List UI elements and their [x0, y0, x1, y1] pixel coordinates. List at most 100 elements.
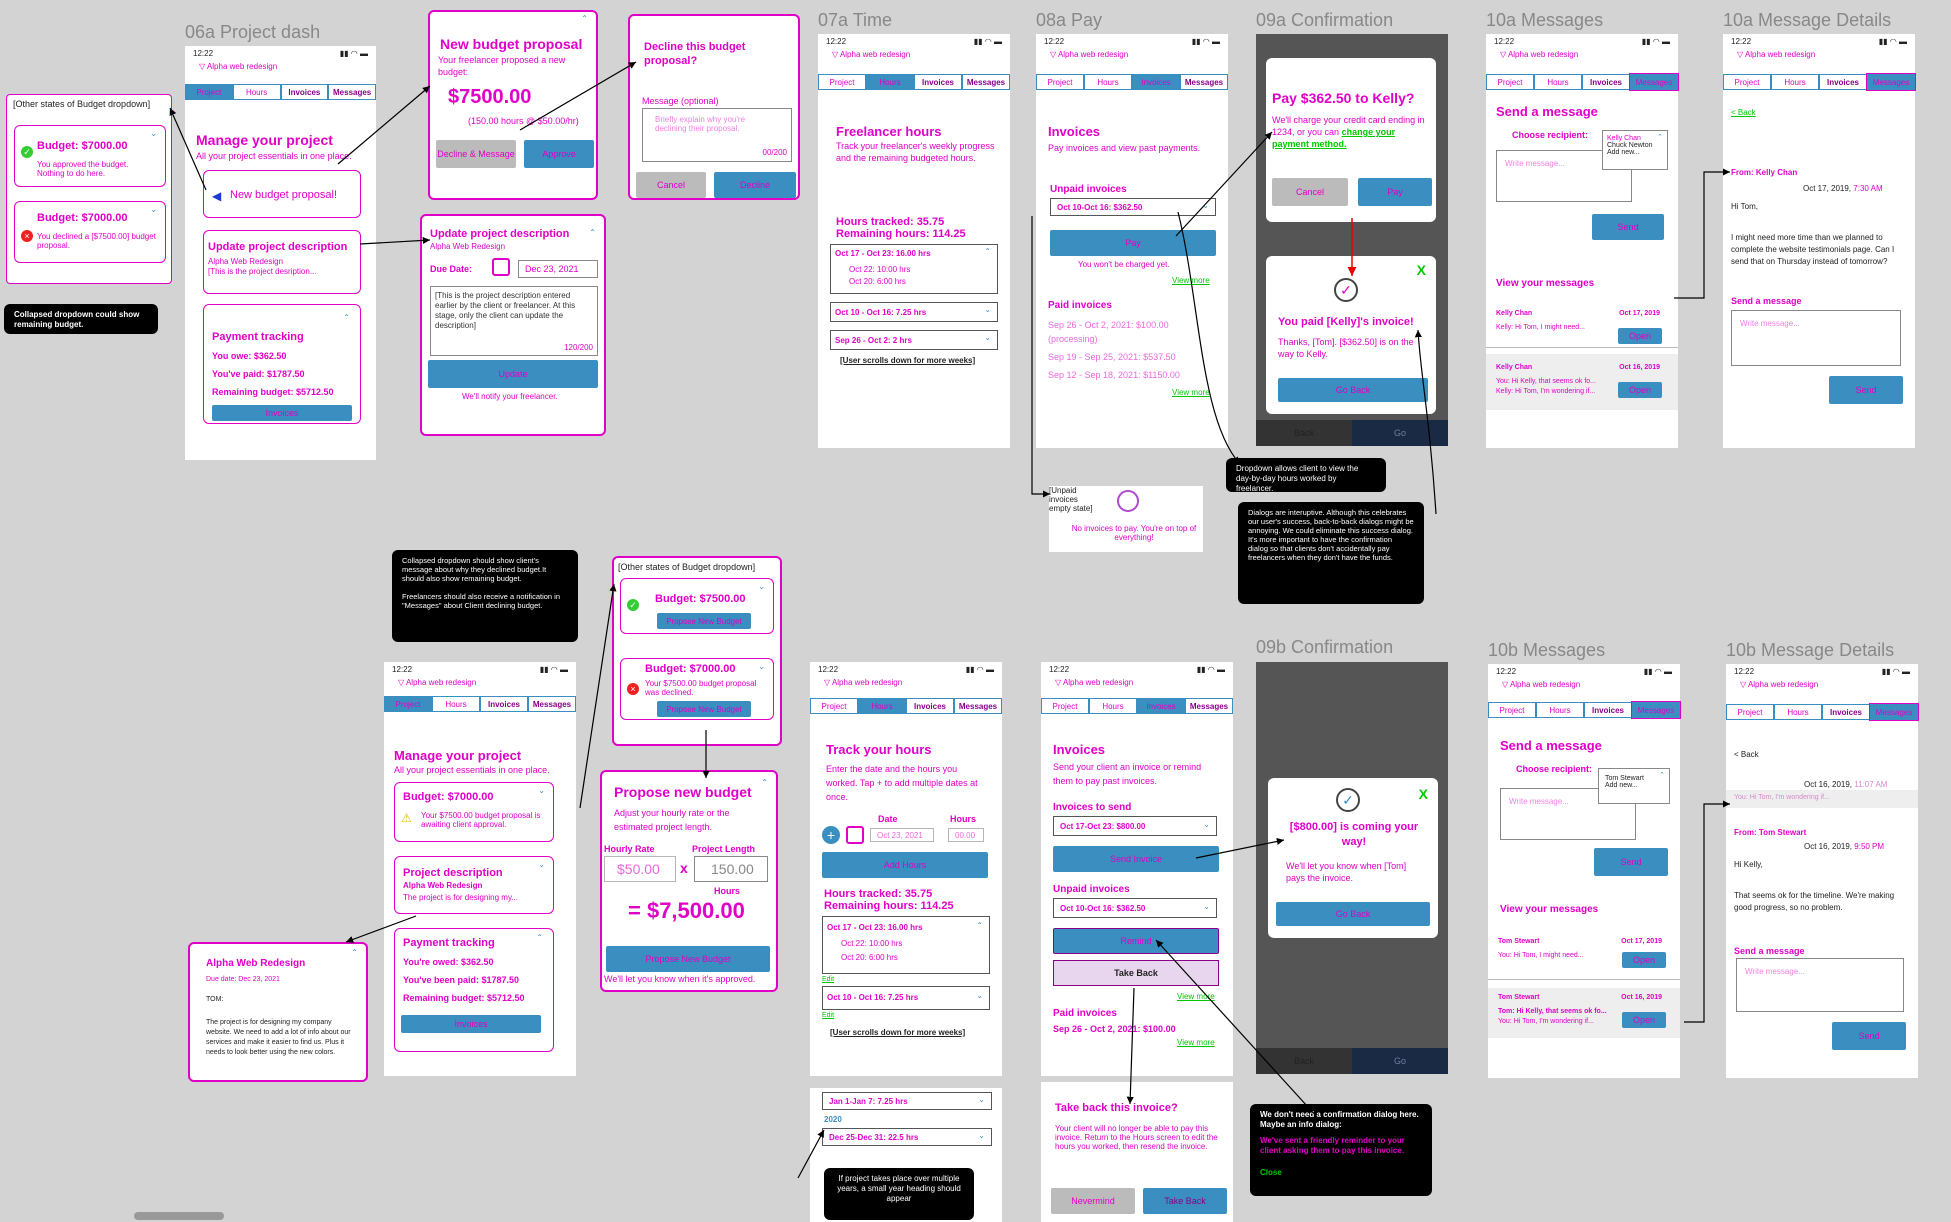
tab-project[interactable]: Project: [1488, 702, 1536, 718]
paid-item-2[interactable]: Sep 19 - Sep 25, 2021: $537.50: [1048, 352, 1176, 362]
go-button[interactable]: Go: [1352, 1048, 1448, 1074]
decline-message-input[interactable]: Briefly explain why you're declining the…: [642, 108, 792, 162]
send-button[interactable]: Send: [1594, 848, 1668, 876]
view-more-link[interactable]: View more: [1172, 276, 1210, 285]
go-back-button[interactable]: Go Back: [1278, 378, 1428, 402]
tab-hours[interactable]: Hours: [1534, 74, 1582, 90]
fl-desc-card[interactable]: Project description Alpha Web Redesign T…: [394, 856, 554, 914]
add-date-icon[interactable]: +: [822, 826, 840, 844]
chevron-up-icon[interactable]: ⌃: [343, 313, 350, 322]
project-name[interactable]: ▽ Alpha web redesign: [1740, 680, 1818, 689]
tab-hours[interactable]: Hours: [866, 74, 914, 90]
tab-messages[interactable]: Messages: [954, 698, 1002, 714]
week-dropdown[interactable]: Sep 26 - Oct 2: 2 hrs ⌄: [830, 330, 998, 350]
recipient-option[interactable]: Add new...: [1607, 149, 1663, 156]
close-icon[interactable]: X: [1417, 262, 1426, 278]
tab-messages[interactable]: Messages: [1866, 73, 1916, 91]
back-button[interactable]: Back: [1256, 1048, 1352, 1074]
chevron-up-icon[interactable]: ⌃: [589, 228, 596, 237]
fl-budget-approved-card[interactable]: ✓ Budget: $7500.00 Propose New Budget ⌄: [620, 578, 774, 634]
project-name[interactable]: ▽ Alpha web redesign: [1502, 680, 1580, 689]
tab-messages[interactable]: Messages: [1631, 701, 1681, 719]
tab-invoices[interactable]: Invoices: [1584, 702, 1632, 718]
project-name[interactable]: ▽ Alpha web redesign: [199, 62, 277, 71]
horizontal-scrollbar[interactable]: [134, 1212, 224, 1220]
tab-project[interactable]: Project: [1723, 74, 1771, 90]
update-desc-card[interactable]: Update project description Alpha Web Red…: [203, 230, 361, 294]
cancel-button[interactable]: Cancel: [1272, 178, 1348, 206]
tab-invoices[interactable]: Invoices: [906, 698, 954, 714]
nevermind-button[interactable]: Nevermind: [1051, 1188, 1135, 1214]
cancel-button[interactable]: Cancel: [636, 172, 706, 198]
week-dropdown[interactable]: Jan 1-Jan 7: 7.25 hrs ⌄: [822, 1092, 992, 1110]
pay-button[interactable]: Pay: [1050, 230, 1216, 256]
open-button[interactable]: Open: [1622, 1012, 1666, 1028]
desc-textarea[interactable]: [This is the project description entered…: [430, 286, 598, 356]
tab-invoices[interactable]: Invoices: [1819, 74, 1867, 90]
calendar-icon[interactable]: [846, 826, 864, 844]
tab-hours[interactable]: Hours: [1084, 74, 1132, 90]
close-icon[interactable]: X: [1419, 786, 1428, 802]
message-row[interactable]: Kelly Chan Oct 17, 2019 Kelly: Hi Tom, I…: [1486, 296, 1678, 348]
recipient-dropdown[interactable]: Tom Stewart Add new... ⌃: [1598, 768, 1670, 804]
send-invoice-button[interactable]: Send Invoice: [1053, 846, 1219, 872]
tab-hours[interactable]: Hours: [1089, 698, 1137, 714]
send-button[interactable]: Send: [1829, 376, 1903, 404]
tab-invoices[interactable]: Invoices: [1132, 74, 1180, 90]
new-budget-card[interactable]: ◀ New budget proposal!: [203, 170, 361, 218]
tab-messages[interactable]: Messages: [1629, 73, 1679, 91]
date-input[interactable]: Oct 23, 2021: [870, 828, 934, 842]
invoices-button[interactable]: Invoices: [212, 405, 352, 421]
propose-new-budget-button[interactable]: Propose New Budget: [657, 613, 751, 629]
project-name[interactable]: ▽ Alpha web redesign: [832, 50, 910, 59]
go-button[interactable]: Go: [1352, 420, 1448, 446]
paid-item-1[interactable]: Sep 26 - Oct 2, 2021: $100.00: [1048, 320, 1169, 330]
recipient-dropdown[interactable]: Kelly Chan Chuck Newton Add new... ⌃: [1602, 130, 1668, 170]
propose-new-budget-button[interactable]: Propose New Budget: [657, 701, 751, 717]
hours-input[interactable]: 00.00: [948, 828, 984, 842]
due-date-input[interactable]: Dec 23, 2021: [518, 260, 598, 278]
tab-hours[interactable]: Hours: [1536, 702, 1584, 718]
paid-item-3[interactable]: Sep 12 - Sep 18, 2021: $1150.00: [1048, 370, 1180, 380]
tab-messages[interactable]: Messages: [528, 696, 576, 712]
tab-messages[interactable]: Messages: [1869, 703, 1919, 721]
add-hours-button[interactable]: Add Hours: [822, 852, 988, 878]
project-name[interactable]: ▽ Alpha web redesign: [1737, 50, 1815, 59]
calendar-icon[interactable]: [492, 258, 510, 276]
tab-hours[interactable]: Hours: [432, 696, 480, 712]
view-more-link[interactable]: View more: [1177, 1038, 1215, 1047]
open-button[interactable]: Open: [1618, 328, 1662, 344]
tab-project[interactable]: Project: [1041, 698, 1089, 714]
week-dropdown-expanded[interactable]: Oct 17 - Oct 23: 16.00 hrs Oct 22: 10:00…: [830, 244, 998, 294]
tab-project[interactable]: Project: [1486, 74, 1534, 90]
message-row[interactable]: Tom Stewart Oct 16, 2019 Tom: Hi Kelly, …: [1488, 988, 1680, 1038]
remind-button[interactable]: Remind: [1053, 928, 1219, 954]
week-dropdown[interactable]: Oct 10 - Oct 16: 7.25 hrs ⌄: [830, 302, 998, 322]
back-link[interactable]: < Back: [1734, 750, 1759, 759]
pay-button[interactable]: Pay: [1358, 178, 1432, 206]
take-back-confirm-button[interactable]: Take Back: [1143, 1188, 1227, 1214]
message-input[interactable]: Write message...: [1736, 958, 1904, 1012]
invoices-button[interactable]: Invoices: [401, 1015, 541, 1033]
tab-invoices[interactable]: Invoices: [280, 84, 329, 100]
project-name[interactable]: ▽ Alpha web redesign: [1055, 678, 1133, 687]
edit-link[interactable]: Edit: [822, 976, 834, 983]
message-row[interactable]: Kelly Chan Oct 16, 2019 You: Hi Kelly, t…: [1486, 354, 1678, 410]
fl-budget-card[interactable]: Budget: $7000.00 ⚠ Your $7500.00 budget …: [394, 782, 554, 842]
note-info-close[interactable]: Close: [1260, 1168, 1422, 1178]
recipient-option[interactable]: Tom Stewart: [1605, 775, 1663, 782]
recipient-option[interactable]: Add new...: [1605, 782, 1663, 789]
tab-hours[interactable]: Hours: [232, 84, 281, 100]
tab-hours[interactable]: Hours: [1771, 74, 1819, 90]
previous-message-row[interactable]: You: Hi Tom, I'm wondering if...: [1726, 790, 1918, 808]
update-button[interactable]: Update: [428, 360, 598, 388]
chevron-up-icon[interactable]: ⌃: [351, 948, 358, 957]
decline-message-button[interactable]: Decline & Message: [436, 140, 516, 168]
go-back-button[interactable]: Go Back: [1276, 902, 1430, 926]
recipient-option[interactable]: Kelly Chan: [1607, 135, 1663, 142]
tab-hours[interactable]: Hours: [858, 698, 906, 714]
tab-project[interactable]: Project: [384, 696, 432, 712]
back-link[interactable]: < Back: [1731, 108, 1756, 117]
project-name[interactable]: ▽ Alpha web redesign: [824, 678, 902, 687]
unpaid-dropdown[interactable]: Oct 10-Oct 16: $362.50 ⌄: [1050, 198, 1216, 216]
